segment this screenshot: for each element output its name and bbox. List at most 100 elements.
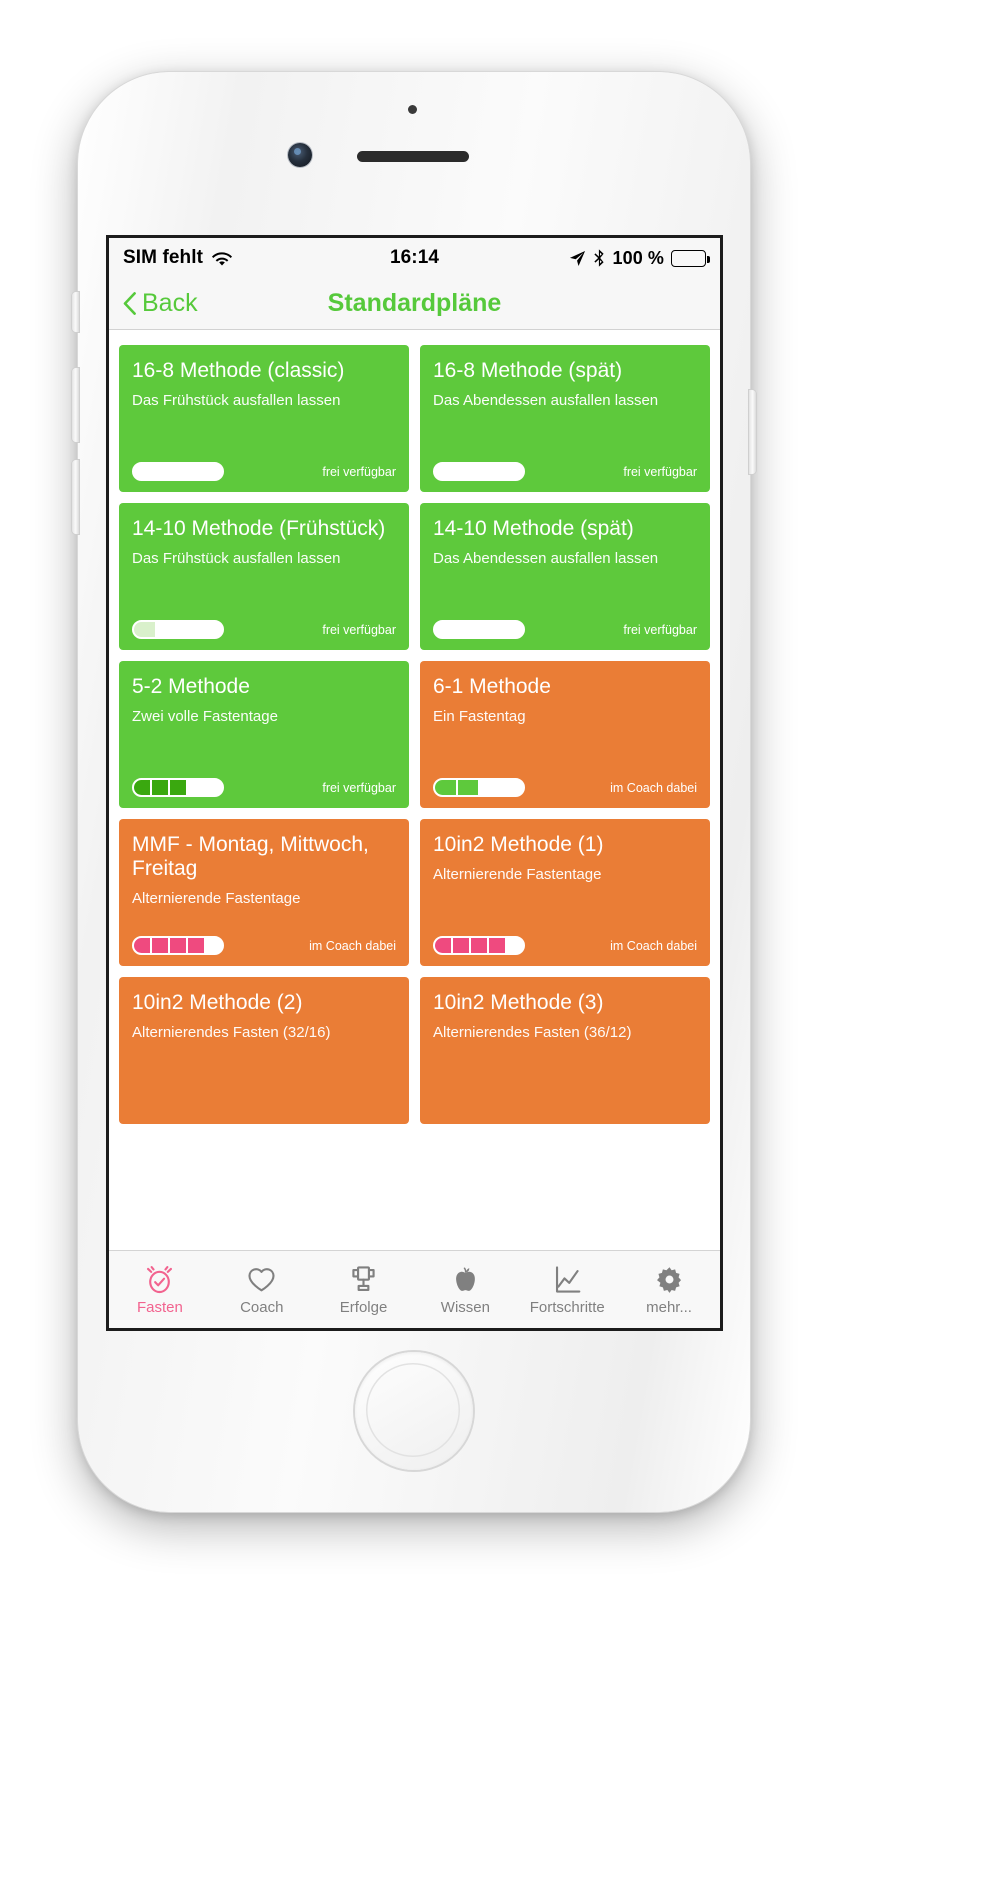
plan-card-subtitle: Zwei volle Fastentage (132, 707, 278, 725)
plan-progress-segment (206, 938, 222, 953)
gear-icon (654, 1264, 685, 1295)
plan-card-subtitle: Alternierendes Fasten (32/16) (132, 1023, 331, 1041)
plan-card[interactable]: 6-1 Methode Ein Fastentag im Coach dabei (420, 661, 710, 808)
earpiece-speaker-icon (357, 151, 469, 162)
plan-progress-segment (489, 938, 507, 953)
plan-progress-segment (152, 780, 170, 795)
plan-progress-segment (502, 464, 523, 479)
plan-card-footer: frei verfügbar (132, 620, 396, 639)
plan-progress-segment (435, 622, 458, 637)
plan-card-title: 10in2 Methode (2) (132, 991, 303, 1014)
plan-card-title: 14-10 Methode (Frühstück) (132, 517, 386, 540)
plan-progress-segment (471, 938, 489, 953)
plan-progress-segment (170, 938, 188, 953)
tab-item-wissen[interactable]: Wissen (414, 1251, 516, 1328)
line-chart-icon (552, 1264, 583, 1295)
plan-progress-segment (480, 622, 503, 637)
plan-card-subtitle: Alternierende Fastentage (433, 865, 602, 883)
plans-grid: 16-8 Methode (classic) Das Frühstück ausf… (119, 345, 710, 1124)
tab-item-erfolge[interactable]: Erfolge (313, 1251, 415, 1328)
plan-progress-bar (132, 778, 224, 797)
page-title: Standardpläne (327, 289, 502, 317)
plan-availability-label: im Coach dabei (610, 780, 697, 795)
plan-progress-segment (201, 464, 222, 479)
tab-item-mehr[interactable]: mehr... (618, 1251, 720, 1328)
tab-item-label: mehr... (646, 1298, 692, 1316)
battery-percent-label: 100 % (612, 247, 665, 268)
power-button[interactable] (749, 390, 756, 474)
plan-progress-segment (188, 780, 206, 795)
battery-full-icon (671, 249, 710, 267)
tab-item-fasten[interactable]: Fasten (109, 1251, 211, 1328)
bluetooth-icon (593, 249, 605, 267)
plan-card-footer: im Coach dabei (433, 936, 697, 955)
silent-switch-button[interactable] (72, 292, 79, 332)
plan-progress-segment (457, 464, 480, 479)
plan-card[interactable]: 14-10 Methode (spät) Das Abendessen ausfa… (420, 503, 710, 650)
plan-availability-label: im Coach dabei (610, 938, 697, 953)
plan-card[interactable]: 16-8 Methode (classic) Das Frühstück ausf… (119, 345, 409, 492)
plan-card-title: 16-8 Methode (spät) (433, 359, 623, 382)
alarm-check-icon (144, 1264, 175, 1295)
plan-progress-segment (156, 464, 179, 479)
navigation-bar: Back Standardpläne (109, 278, 720, 330)
location-arrow-icon (569, 250, 586, 267)
plan-card-title: 14-10 Methode (spät) (433, 517, 634, 540)
plan-card[interactable]: 10in2 Methode (2) Alternierendes Fasten (… (119, 977, 409, 1124)
plan-progress-segment (457, 780, 480, 795)
plan-progress-bar (132, 620, 224, 639)
plan-progress-segment (156, 622, 179, 637)
plan-card-subtitle: Das Abendessen ausfallen lassen (433, 549, 659, 567)
home-button[interactable] (355, 1352, 473, 1470)
tab-item-label: Fortschritte (529, 1298, 605, 1316)
plan-progress-segment (179, 622, 202, 637)
plan-card-subtitle: Alternierendes Fasten (36/12) (433, 1023, 632, 1041)
tab-item-label: Erfolge (339, 1298, 388, 1316)
plan-card-title: 5-2 Methode (132, 675, 250, 698)
tab-item-fortschritte[interactable]: Fortschritte (516, 1251, 618, 1328)
front-camera-icon (288, 143, 312, 167)
plan-progress-segment (435, 464, 458, 479)
tab-bar: Fasten Coach Erfolge Wissen Fortschritte mehr… (109, 1250, 720, 1328)
plan-progress-segment (435, 780, 458, 795)
plan-card[interactable]: 10in2 Methode (1) Alternierende Fastentag… (420, 819, 710, 966)
plan-availability-label: frei verfügbar (623, 464, 697, 479)
plan-availability-label: frei verfügbar (322, 780, 396, 795)
plan-progress-segment (206, 780, 222, 795)
plan-card[interactable]: 10in2 Methode (3) Alternierendes Fasten (… (420, 977, 710, 1124)
plan-card-title: 16-8 Methode (classic) (132, 359, 345, 382)
volume-up-button[interactable] (72, 368, 79, 442)
plan-progress-segment (134, 464, 157, 479)
wifi-icon (211, 251, 233, 268)
plan-card-subtitle: Das Frühstück ausfallen lassen (132, 549, 341, 567)
plan-progress-bar (132, 462, 224, 481)
plan-card[interactable]: 14-10 Methode (Frühstück) Das Frühstück a… (119, 503, 409, 650)
status-bar: SIM fehlt 16:14 100 % (109, 238, 720, 278)
tab-item-coach[interactable]: Coach (211, 1251, 313, 1328)
plan-progress-segment (170, 780, 188, 795)
plan-availability-label: frei verfügbar (322, 622, 396, 637)
plan-card-footer: frei verfügbar (132, 462, 396, 481)
proximity-sensor-icon (408, 105, 417, 114)
trophy-icon (348, 1264, 379, 1295)
chevron-left-icon (123, 292, 136, 315)
back-button[interactable]: Back (123, 289, 198, 318)
plan-card-footer: frei verfügbar (433, 620, 697, 639)
plan-progress-bar (433, 462, 525, 481)
plan-progress-bar (433, 778, 525, 797)
plan-progress-segment (134, 938, 152, 953)
plan-progress-segment (201, 622, 222, 637)
plan-card[interactable]: MMF - Montag, Mittwoch, Freitag Alternier… (119, 819, 409, 966)
plan-card-title: 10in2 Methode (3) (433, 991, 604, 1014)
plans-scroll-area[interactable]: 16-8 Methode (classic) Das Frühstück ausf… (109, 331, 720, 1250)
carrier-label: SIM fehlt (123, 247, 204, 268)
status-bar-right: 100 % (439, 247, 710, 269)
plan-progress-segment (179, 464, 202, 479)
plan-card[interactable]: 5-2 Methode Zwei volle Fastentage frei ver… (119, 661, 409, 808)
plan-progress-segment (188, 938, 206, 953)
plan-progress-segment (152, 938, 170, 953)
volume-down-button[interactable] (72, 460, 79, 534)
apple-icon (450, 1264, 481, 1295)
plan-card[interactable]: 16-8 Methode (spät) Das Abendessen ausfal… (420, 345, 710, 492)
plan-availability-label: im Coach dabei (309, 938, 396, 953)
